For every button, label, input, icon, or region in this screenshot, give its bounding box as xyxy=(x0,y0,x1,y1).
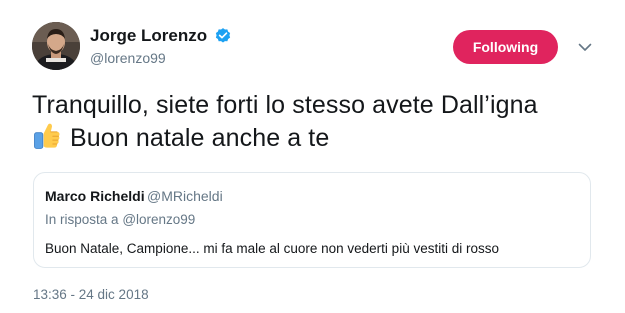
chevron-down-icon[interactable] xyxy=(576,38,594,56)
verified-badge-icon xyxy=(215,28,231,43)
tweet-text-line-1: Tranquillo, siete forti lo stesso avete … xyxy=(32,91,538,119)
tweet-text: Tranquillo, siete forti lo stesso avete … xyxy=(32,89,602,154)
tweet-timestamp[interactable]: 13:36 - 24 dic 2018 xyxy=(33,287,149,302)
author-name[interactable]: Jorge Lorenzo xyxy=(90,26,207,46)
avatar-image xyxy=(32,22,80,70)
reply-prefix: In risposta a xyxy=(45,212,119,227)
tweet-text-line-2: Buon natale anche a te xyxy=(32,121,602,154)
quoted-tweet[interactable]: Marco Richeldi @MRicheldi In risposta a … xyxy=(33,172,591,268)
thumbs-up-icon xyxy=(34,123,60,149)
reply-mention-link[interactable]: @lorenzo99 xyxy=(122,212,195,227)
following-button[interactable]: Following xyxy=(453,30,558,64)
quoted-tweet-text: Buon Natale, Campione... mi fa male al c… xyxy=(45,241,499,256)
quoted-author-name: Marco Richeldi xyxy=(45,188,145,204)
avatar[interactable] xyxy=(32,22,80,70)
quoted-author-handle: @MRicheldi xyxy=(147,188,223,204)
tweet-text-line-2-content: Buon natale anche a te xyxy=(70,124,330,152)
author-handle[interactable]: @lorenzo99 xyxy=(90,50,166,66)
tweet-card: Jorge Lorenzo @lorenzo99 Following Tranq… xyxy=(0,0,625,313)
quoted-reply-context: In risposta a @lorenzo99 xyxy=(45,212,195,227)
